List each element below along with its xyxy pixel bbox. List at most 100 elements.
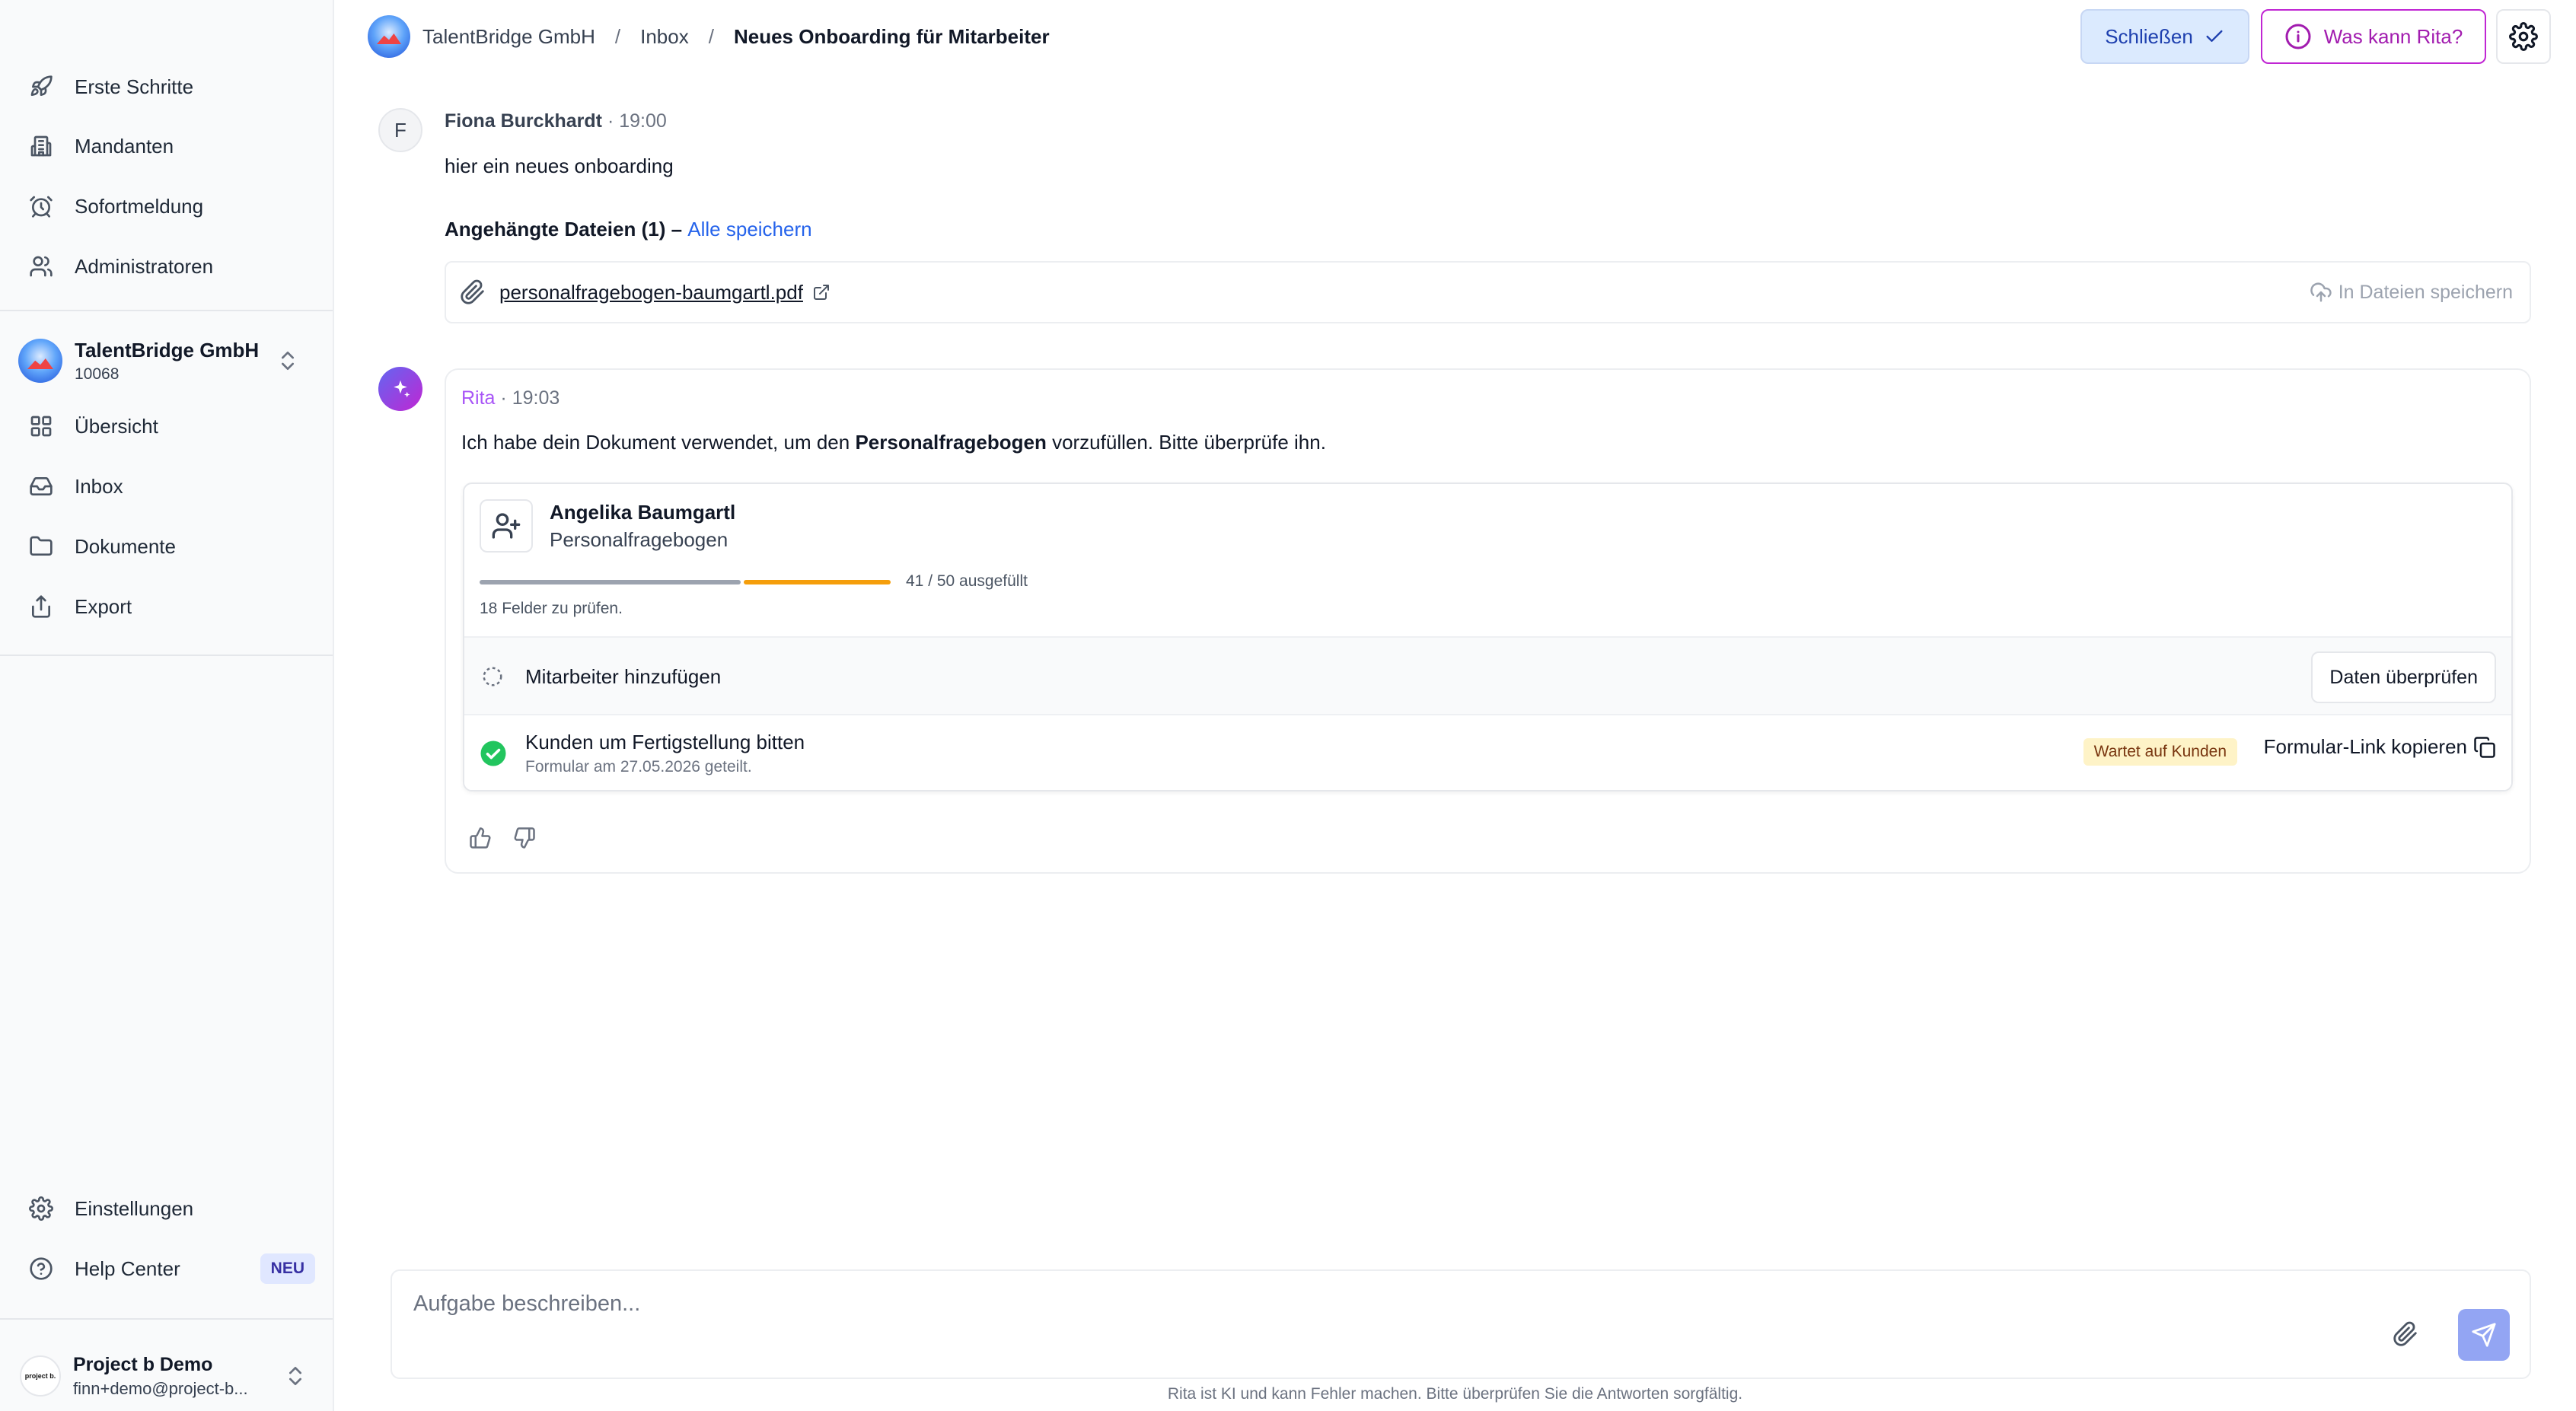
progress-filled	[480, 580, 741, 584]
attachment-file-link[interactable]: personalfragebogen-baumgartl.pdf	[499, 281, 803, 304]
org-logo	[18, 339, 62, 383]
what-can-rita-button[interactable]: Was kann Rita?	[2261, 9, 2486, 64]
inbox-icon	[26, 471, 56, 502]
nav-label: Export	[75, 594, 132, 618]
copy-icon	[2473, 736, 2496, 759]
nav-item-inbox[interactable]: Inbox	[26, 463, 315, 509]
info-icon	[2284, 23, 2312, 50]
step-label: Kunden um Fertigstellung bitten	[525, 731, 805, 753]
attachments-title: Angehängte Dateien (1) – Alle speichern	[445, 218, 812, 241]
cloud-upload-icon	[2310, 281, 2332, 304]
what-can-rita-label: Was kann Rita?	[2323, 24, 2463, 48]
chevrons-up-down-icon	[283, 1361, 311, 1391]
ai-disclaimer: Rita ist KI und kann Fehler machen. Bitt…	[1167, 1385, 1743, 1403]
check-circle-icon	[480, 740, 507, 767]
message-author: Rita	[461, 387, 496, 409]
sparkles-icon	[389, 377, 412, 400]
breadcrumb: TalentBridge GmbH / Inbox / Neues Onboar…	[368, 14, 1050, 59]
org-switcher[interactable]: TalentBridge GmbH 10068	[18, 332, 308, 390]
person-name: Angelika Baumgartl	[550, 501, 736, 524]
grid-icon	[26, 411, 56, 441]
form-card: Angelika Baumgartl Personalfragebogen 41…	[463, 483, 2513, 791]
status-badge: Wartet auf Kunden	[2083, 738, 2237, 766]
rocket-icon	[26, 72, 56, 102]
copy-link-label: Formular-Link kopieren	[2263, 735, 2467, 758]
text-part: Ich habe dein Dokument verwendet, um den	[461, 431, 856, 454]
user-avatar: F	[378, 108, 422, 152]
text-bold: Personalfragebogen	[855, 431, 1047, 454]
share-icon	[26, 591, 56, 622]
copy-form-link-button[interactable]: Formular-Link kopieren	[2264, 735, 2496, 759]
chevrons-up-down-icon	[276, 346, 303, 376]
nav-item-administratoren[interactable]: Administratoren	[26, 244, 315, 289]
review-hint: 18 Felder zu prüfen.	[480, 600, 623, 617]
new-badge: NEU	[260, 1253, 315, 1284]
org-name: TalentBridge GmbH	[75, 338, 260, 362]
step-label: Mitarbeiter hinzufügen	[525, 665, 722, 688]
message-text: hier ein neues onboarding	[445, 154, 674, 177]
nav-label: Sofortmeldung	[75, 194, 204, 218]
user-menu[interactable]: project b. Project b Demo finn+demo@proj…	[20, 1347, 309, 1405]
attachments-label: Angehängte Dateien (1) –	[445, 218, 688, 240]
paperclip-icon[interactable]	[2388, 1317, 2423, 1352]
close-button-label: Schließen	[2105, 24, 2193, 48]
nav-item-export[interactable]: Export	[26, 584, 315, 629]
thumbs-down-icon[interactable]	[513, 827, 536, 849]
nav-item-erste-schritte[interactable]: Erste Schritte	[26, 64, 315, 110]
settings-button[interactable]	[2496, 9, 2551, 64]
save-all-link[interactable]: Alle speichern	[687, 218, 811, 240]
attachment-row: personalfragebogen-baumgartl.pdf In Date…	[445, 261, 2531, 323]
nav-item-help-center[interactable]: Help Center NEU	[26, 1246, 315, 1292]
close-button[interactable]: Schließen	[2080, 9, 2249, 64]
external-link-icon[interactable]	[812, 283, 831, 301]
breadcrumb-separator: /	[614, 24, 621, 48]
nav-label: Mandanten	[75, 134, 174, 158]
org-id: 10068	[75, 365, 120, 383]
nav-item-uebersicht[interactable]: Übersicht	[26, 403, 315, 449]
message-author: Fiona Burckhardt	[445, 110, 602, 132]
message-meta: Fiona Burckhardt · 19:00	[445, 110, 667, 132]
save-to-files-button[interactable]: In Dateien speichern	[2310, 281, 2513, 304]
nav-label: Inbox	[75, 474, 123, 498]
check-icon	[2204, 26, 2225, 47]
building-icon	[26, 131, 56, 161]
nav-label: Help Center	[75, 1257, 180, 1280]
gear-icon	[2509, 22, 2538, 51]
step-add-employee: Mitarbeiter hinzufügen Daten überprüfen	[464, 636, 2511, 714]
nav-label: Einstellungen	[75, 1196, 194, 1220]
alarm-clock-icon	[26, 191, 56, 221]
task-input[interactable]	[412, 1286, 2394, 1321]
nav-label: Übersicht	[75, 414, 158, 438]
pending-circle-icon	[481, 665, 504, 688]
breadcrumb-separator: /	[708, 24, 714, 48]
send-button[interactable]	[2458, 1309, 2510, 1361]
breadcrumb-current: Neues Onboarding für Mitarbeiter	[733, 24, 1050, 48]
org-logo	[368, 15, 410, 58]
sidebar: Erste Schritte Mandanten Sofortmeldung A…	[0, 0, 334, 1411]
nav-item-mandanten[interactable]: Mandanten	[26, 123, 315, 169]
send-icon	[2471, 1322, 2497, 1348]
user-plus-icon	[480, 499, 533, 553]
nav-item-sofortmeldung[interactable]: Sofortmeldung	[26, 183, 315, 229]
nav-item-dokumente[interactable]: Dokumente	[26, 524, 315, 569]
nav-label: Dokumente	[75, 534, 176, 558]
step-sublabel: Formular am 27.05.2026 geteilt.	[525, 758, 752, 776]
folder-icon	[26, 531, 56, 562]
text-part: vorzufüllen. Bitte überprüfe ihn.	[1046, 431, 1326, 454]
message-text: Ich habe dein Dokument verwendet, um den…	[461, 431, 1326, 454]
save-to-files-label: In Dateien speichern	[2338, 281, 2513, 303]
review-data-button[interactable]: Daten überprüfen	[2311, 651, 2496, 703]
nav-item-einstellungen[interactable]: Einstellungen	[26, 1186, 315, 1231]
message-time: · 19:00	[607, 110, 667, 132]
message-meta: Rita · 19:03	[461, 387, 560, 409]
breadcrumb-org[interactable]: TalentBridge GmbH	[422, 25, 595, 49]
paperclip-icon	[460, 279, 486, 305]
message-time: · 19:03	[500, 387, 560, 409]
thumbs-up-icon[interactable]	[469, 827, 492, 849]
nav-label: Erste Schritte	[75, 75, 194, 98]
breadcrumb-inbox[interactable]: Inbox	[640, 25, 689, 49]
step-ask-customer: Kunden um Fertigstellung bitten Formular…	[464, 714, 2511, 790]
help-circle-icon	[26, 1253, 56, 1284]
sidebar-divider	[0, 655, 333, 656]
user-logo: project b.	[20, 1355, 61, 1397]
